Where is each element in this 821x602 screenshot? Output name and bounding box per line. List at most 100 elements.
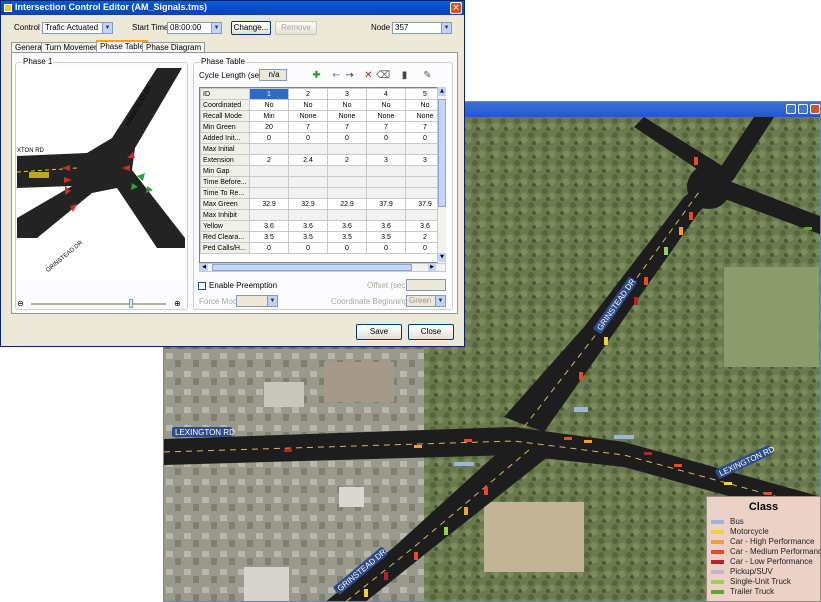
table-cell[interactable]	[288, 143, 328, 155]
table-cell[interactable]: 3.6	[327, 220, 367, 232]
close-button[interactable]: Close	[408, 324, 454, 340]
coordinate-select[interactable]: Green ▼	[406, 295, 446, 307]
maximize-icon[interactable]	[798, 104, 808, 114]
close-icon[interactable]: ×	[450, 2, 462, 14]
scroll-thumb[interactable]	[438, 99, 446, 207]
table-cell[interactable]: 0	[288, 242, 328, 254]
table-cell[interactable]	[288, 165, 328, 177]
table-cell[interactable]	[327, 187, 367, 199]
control-select[interactable]: Trafic Actuated ▼	[42, 22, 113, 34]
table-cell[interactable]: 2	[249, 154, 289, 166]
table-cell[interactable]: 3.5	[249, 231, 289, 243]
table-cell[interactable]: None	[327, 110, 367, 122]
legend-item: Single-Unit Truck	[711, 577, 791, 587]
save-button[interactable]: Save	[356, 324, 402, 340]
scroll-down-icon[interactable]: ▼	[438, 253, 446, 262]
table-cell[interactable]: 20	[249, 121, 289, 133]
zoom-in-icon[interactable]: ⊕	[174, 299, 181, 308]
table-cell[interactable]	[327, 143, 367, 155]
table-cell[interactable]	[249, 165, 289, 177]
table-cell[interactable]: 3.6	[366, 220, 406, 232]
enable-preemption-checkbox[interactable]	[198, 282, 206, 290]
table-cell[interactable]: None	[288, 110, 328, 122]
table-cell[interactable]: 0	[366, 132, 406, 144]
table-row: Red Cleara... 3.5 3.5 3.5 3.5 2	[200, 231, 445, 243]
table-cell[interactable]: 3	[366, 154, 406, 166]
table-cell[interactable]: 32.9	[249, 198, 289, 210]
table-cell[interactable]: 7	[366, 121, 406, 133]
table-cell[interactable]	[249, 143, 289, 155]
table-cell[interactable]: None	[366, 110, 406, 122]
table-cell[interactable]: 37.9	[366, 198, 406, 210]
table-cell[interactable]: No	[327, 99, 367, 111]
table-cell[interactable]: 0	[249, 242, 289, 254]
table-cell[interactable]	[288, 176, 328, 188]
table-cell[interactable]: 0	[366, 242, 406, 254]
table-cell[interactable]: 1	[249, 88, 289, 100]
table-cell[interactable]	[366, 187, 406, 199]
eraser-icon[interactable]: ⌫	[376, 70, 390, 81]
table-cell[interactable]: 4	[366, 88, 406, 100]
table-cell[interactable]: 3.5	[288, 231, 328, 243]
table-cell[interactable]	[249, 209, 289, 221]
table-cell[interactable]: 3.5	[366, 231, 406, 243]
table-cell[interactable]: 3.6	[249, 220, 289, 232]
remove-button[interactable]: Remove	[275, 21, 317, 35]
table-cell[interactable]: No	[366, 99, 406, 111]
table-cell[interactable]	[366, 209, 406, 221]
table-cell[interactable]: 32.9	[288, 198, 328, 210]
scroll-up-icon[interactable]: ▲	[438, 87, 446, 96]
close-icon[interactable]	[810, 104, 820, 114]
table-cell[interactable]: 2.4	[288, 154, 328, 166]
table-cell[interactable]	[366, 176, 406, 188]
start-time-select[interactable]: 08:00:00 ▼	[167, 22, 222, 34]
scroll-left-icon[interactable]: ◀	[200, 264, 208, 271]
delete-phase-icon[interactable]: ✕	[363, 70, 374, 81]
table-cell[interactable]	[288, 187, 328, 199]
offset-field[interactable]	[406, 279, 446, 291]
table-cell[interactable]: No	[249, 99, 289, 111]
table-cell[interactable]	[327, 176, 367, 188]
add-phase-icon[interactable]: ✚	[311, 70, 322, 81]
legend-swatch	[711, 529, 724, 534]
force-mode-select[interactable]: ▼	[236, 295, 278, 307]
scroll-thumb[interactable]	[212, 264, 412, 271]
chevron-down-icon: ▼	[267, 296, 277, 306]
zoom-slider[interactable]	[31, 303, 166, 305]
table-cell[interactable]: 7	[288, 121, 328, 133]
vertical-scrollbar[interactable]: ▲ ▼	[437, 87, 446, 263]
table-cell[interactable]	[327, 209, 367, 221]
table-cell[interactable]	[288, 209, 328, 221]
minimize-icon[interactable]	[786, 104, 796, 114]
table-cell[interactable]	[327, 165, 367, 177]
node-select[interactable]: 357 ▼	[392, 22, 452, 34]
table-cell[interactable]: 3.6	[288, 220, 328, 232]
table-cell[interactable]: No	[288, 99, 328, 111]
table-cell[interactable]	[366, 165, 406, 177]
move-right-icon[interactable]: →	[344, 70, 355, 81]
table-cell[interactable]: Min	[249, 110, 289, 122]
signal-head-icon[interactable]: ▮	[399, 70, 410, 81]
table-row: Ped Calls/H... 0 0 0 0 0	[200, 242, 445, 254]
table-cell[interactable]: 7	[327, 121, 367, 133]
wrench-icon[interactable]: ✎	[422, 70, 433, 81]
table-cell[interactable]: 2	[288, 88, 328, 100]
table-cell[interactable]	[249, 187, 289, 199]
table-cell[interactable]: 2	[327, 154, 367, 166]
table-cell[interactable]: 3	[327, 88, 367, 100]
table-cell[interactable]: 3.5	[327, 231, 367, 243]
table-cell[interactable]: 22.9	[327, 198, 367, 210]
table-cell[interactable]: 0	[288, 132, 328, 144]
table-cell[interactable]: 0	[327, 132, 367, 144]
street-label: LEXINGTON RD	[175, 428, 235, 437]
horizontal-scrollbar[interactable]: ◀ ▶	[199, 263, 446, 272]
zoom-out-icon[interactable]: ⊖	[17, 299, 24, 308]
table-cell[interactable]	[366, 143, 406, 155]
scroll-right-icon[interactable]: ▶	[428, 264, 436, 271]
move-left-icon[interactable]: ←	[331, 70, 342, 81]
zoom-slider-thumb[interactable]	[129, 299, 133, 308]
table-cell[interactable]	[249, 176, 289, 188]
table-cell[interactable]: 0	[327, 242, 367, 254]
change-button[interactable]: Change...	[231, 21, 271, 35]
table-cell[interactable]: 0	[249, 132, 289, 144]
